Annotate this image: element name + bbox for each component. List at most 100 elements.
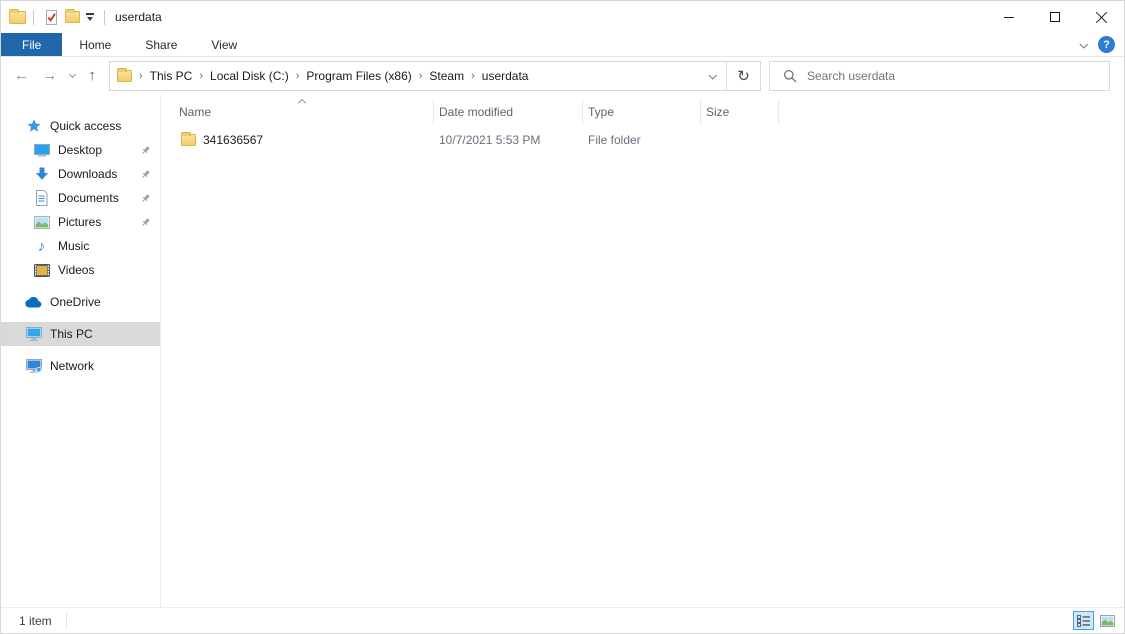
recent-locations-chevron-icon[interactable] xyxy=(69,70,77,78)
sidebar-item-pictures[interactable]: Pictures xyxy=(1,210,160,234)
sidebar-item-documents[interactable]: Documents xyxy=(1,186,160,210)
status-bar: 1 item xyxy=(1,607,1124,633)
forward-button[interactable]: → xyxy=(42,68,57,83)
help-button[interactable]: ? xyxy=(1098,36,1115,53)
refresh-button[interactable]: ↻ xyxy=(726,61,760,90)
folder-icon xyxy=(181,132,196,146)
sidebar-item-label: Pictures xyxy=(58,215,102,229)
pin-icon xyxy=(140,217,151,228)
file-row-341636567[interactable]: 341636567 10/7/2021 5:53 PM File folder xyxy=(161,129,1124,151)
sidebar-item-this-pc[interactable]: This PC xyxy=(1,322,160,346)
breadcrumb-item-this-pc[interactable]: This PC xyxy=(150,69,193,83)
back-button[interactable]: ← xyxy=(14,68,29,83)
maximize-icon xyxy=(1050,12,1060,22)
expand-ribbon-chevron-icon[interactable] xyxy=(1079,39,1088,49)
search-box[interactable] xyxy=(769,60,1110,91)
navigation-pane: Quick access Desktop Downloads Documents… xyxy=(1,94,161,607)
breadcrumb-separator-icon: › xyxy=(199,70,204,82)
breadcrumb-separator-icon: › xyxy=(139,70,143,82)
sidebar-item-desktop[interactable]: Desktop xyxy=(1,138,160,162)
picture-icon xyxy=(33,215,50,229)
sidebar-item-label: OneDrive xyxy=(50,295,101,309)
quick-access-new-folder-button[interactable] xyxy=(62,9,83,23)
sidebar-item-onedrive[interactable]: OneDrive xyxy=(1,290,160,314)
sidebar-item-music[interactable]: ♪ Music xyxy=(1,234,160,258)
sidebar-item-network[interactable]: Network xyxy=(1,354,160,378)
chevron-down-icon xyxy=(708,70,717,80)
titlebar-separator xyxy=(104,9,105,25)
star-icon xyxy=(25,118,42,134)
details-view-button[interactable] xyxy=(1073,611,1094,630)
details-view-icon xyxy=(1077,614,1090,627)
address-dropdown-button[interactable] xyxy=(698,62,726,90)
minimize-icon xyxy=(1004,16,1014,18)
sidebar-item-label: This PC xyxy=(50,327,93,341)
address-bar[interactable]: › This PC › Local Disk (C:) › Program Fi… xyxy=(109,60,761,91)
breadcrumb-separator-icon: › xyxy=(418,70,423,82)
search-input[interactable] xyxy=(807,68,1109,83)
sidebar-item-label: Desktop xyxy=(58,143,103,157)
document-icon xyxy=(33,190,50,206)
column-header-size[interactable]: Size xyxy=(701,99,779,125)
large-icons-view-button[interactable] xyxy=(1097,611,1118,630)
close-icon xyxy=(1095,11,1108,24)
file-list-pane[interactable]: Name Date modified Type Size 341636567 1… xyxy=(161,94,1124,607)
column-header-type[interactable]: Type xyxy=(583,99,701,125)
item-count: 1 item xyxy=(19,613,52,628)
tab-view[interactable]: View xyxy=(194,33,254,56)
column-header-name[interactable]: Name xyxy=(161,98,434,125)
statusbar-separator xyxy=(65,611,67,630)
ribbon-tab-bar: File Home Share View ? xyxy=(1,33,1124,57)
titlebar-separator xyxy=(33,9,34,25)
tab-share[interactable]: Share xyxy=(128,33,194,56)
pin-icon xyxy=(140,145,151,156)
download-arrow-icon xyxy=(33,167,50,181)
desktop-icon xyxy=(33,143,50,157)
pin-icon xyxy=(140,169,151,180)
app-folder-icon xyxy=(9,8,26,24)
breadcrumb-item-steam[interactable]: Steam xyxy=(429,69,464,83)
tab-home[interactable]: Home xyxy=(62,33,128,56)
quick-access-properties-button[interactable] xyxy=(41,9,62,26)
computer-icon xyxy=(25,327,42,341)
network-icon xyxy=(25,359,42,373)
navigation-toolbar: ← → ↑ › This PC › Local Disk (C:) › Prog… xyxy=(1,57,1124,94)
breadcrumb-separator-icon: › xyxy=(295,70,300,82)
sidebar-item-label: Quick access xyxy=(50,119,122,133)
sidebar-item-label: Videos xyxy=(58,263,95,277)
window-title: userdata xyxy=(115,10,162,24)
pin-icon xyxy=(140,193,151,204)
breadcrumb: › This PC › Local Disk (C:) › Program Fi… xyxy=(110,62,698,90)
customize-quick-access-toolbar-button[interactable] xyxy=(83,13,97,21)
minimize-button[interactable] xyxy=(986,1,1032,33)
sort-ascending-icon xyxy=(297,98,307,108)
column-header-date-modified[interactable]: Date modified xyxy=(434,99,583,125)
search-icon xyxy=(783,69,797,82)
breadcrumb-item-local-disk-c[interactable]: Local Disk (C:) xyxy=(210,69,289,83)
sidebar-item-label: Downloads xyxy=(58,167,118,181)
breadcrumb-item-program-files-x86[interactable]: Program Files (x86) xyxy=(306,69,411,83)
title-bar: userdata xyxy=(1,1,1124,33)
close-button[interactable] xyxy=(1078,1,1124,33)
maximize-button[interactable] xyxy=(1032,1,1078,33)
file-explorer-window: userdata File Home Share View ? ← → ↑ › … xyxy=(0,0,1125,634)
sidebar-item-label: Documents xyxy=(58,191,119,205)
address-folder-icon xyxy=(117,67,132,82)
file-name: 341636567 xyxy=(203,133,264,147)
up-button[interactable]: ↑ xyxy=(88,68,96,83)
column-header-row: Name Date modified Type Size xyxy=(161,98,1124,125)
breadcrumb-item-userdata[interactable]: userdata xyxy=(482,69,529,83)
tab-file[interactable]: File xyxy=(1,33,63,56)
film-icon xyxy=(33,263,50,277)
properties-check-document-icon xyxy=(46,9,57,25)
sidebar-item-quick-access[interactable]: Quick access xyxy=(1,114,160,138)
file-type: File folder xyxy=(588,133,641,147)
thumbnail-view-icon xyxy=(1100,614,1115,627)
music-note-icon: ♪ xyxy=(37,237,46,255)
sidebar-item-downloads[interactable]: Downloads xyxy=(1,162,160,186)
file-date-modified: 10/7/2021 5:53 PM xyxy=(439,133,541,147)
sidebar-item-label: Music xyxy=(58,239,90,253)
sidebar-item-videos[interactable]: Videos xyxy=(1,258,160,282)
breadcrumb-separator-icon: › xyxy=(471,70,475,82)
onedrive-cloud-icon xyxy=(25,296,42,308)
